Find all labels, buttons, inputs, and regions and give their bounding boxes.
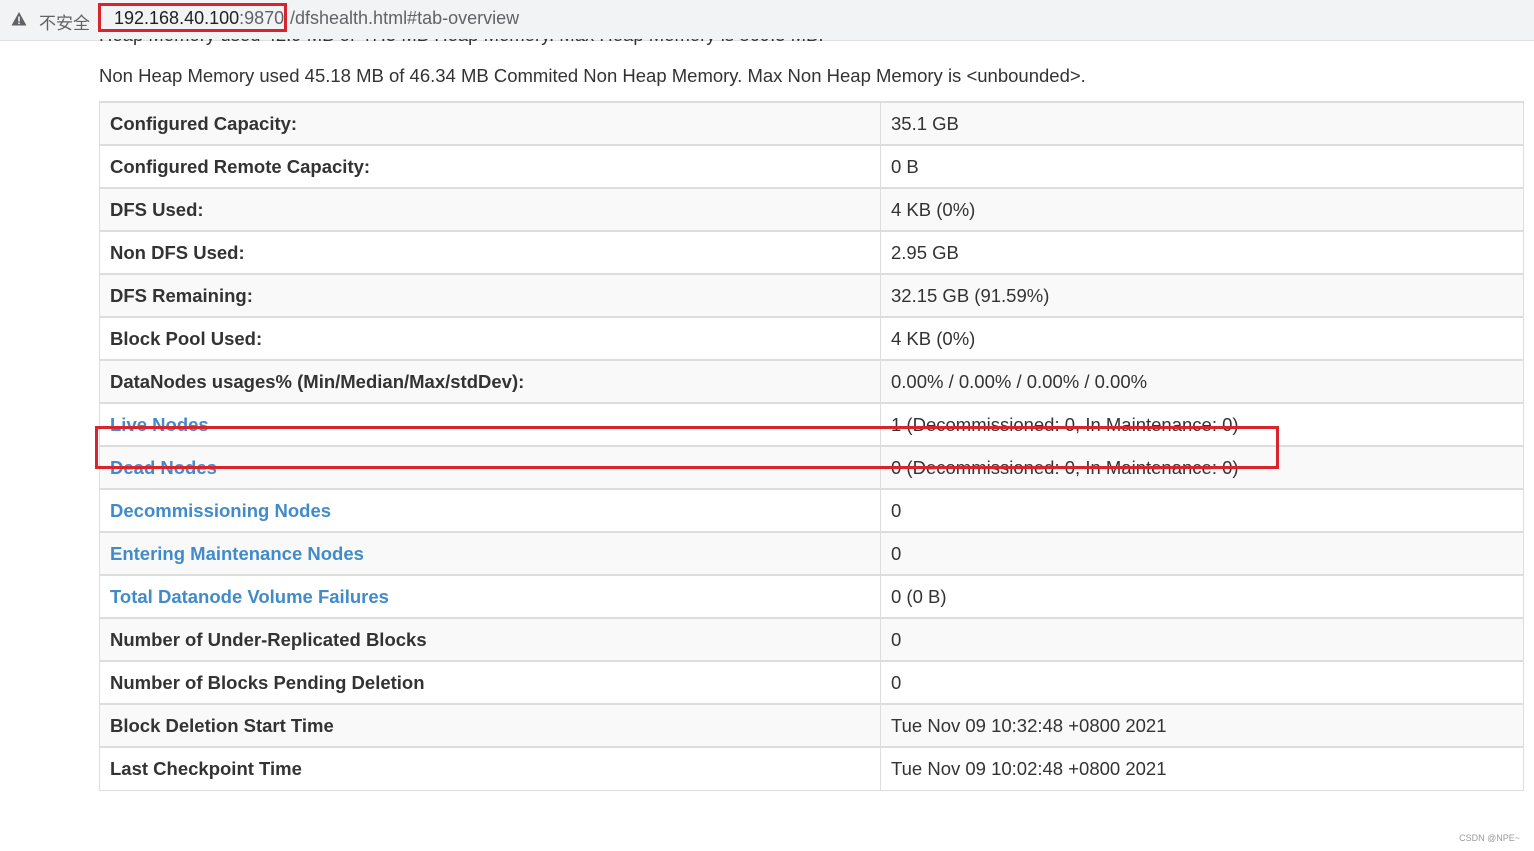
row-value-cell: 0 [880,617,1524,662]
row-key-cell: DataNodes usages% (Min/Median/Max/stdDev… [99,359,881,404]
table-row: Entering Maintenance Nodes 0 [99,531,1524,576]
table-row: Configured Remote Capacity: 0 B [99,144,1524,189]
row-key-cell: Entering Maintenance Nodes [99,531,881,576]
row-key-label: Block Pool Used: [110,327,263,349]
table-row: Dead Nodes 0 (Decommissioned: 0, In Maint… [99,445,1524,490]
watermark: CSDN @NPE~ [1459,833,1520,843]
row-key-label: DFS Remaining: [110,284,253,306]
table-row: DataNodes usages% (Min/Median/Max/stdDev… [99,359,1524,404]
row-value-cell: 0 B [880,144,1524,189]
row-key-cell: Configured Capacity: [99,101,881,146]
row-key-label: Non DFS Used: [110,241,245,263]
overview-summary-table: Configured Capacity: 35.1 GB Configured Re… [99,101,1524,791]
row-key-cell: Number of Under-Replicated Blocks [99,617,881,662]
row-key-link-dead-nodes[interactable]: Dead Nodes [110,457,217,478]
row-value-cell: 0 [880,531,1524,576]
table-row: Live Nodes 1 (Decommissioned: 0, In Maint… [99,402,1524,447]
row-value-cell: 1 (Decommissioned: 0, In Maintenance: 0) [880,402,1524,447]
row-key-link-live-nodes[interactable]: Live Nodes [110,414,209,435]
row-value-cell: 0 [880,488,1524,533]
table-row: Block Deletion Start Time Tue Nov 09 10:3… [99,703,1524,748]
row-value-cell: 0 (0 B) [880,574,1524,619]
row-value-cell: Tue Nov 09 10:32:48 +0800 2021 [880,703,1524,748]
row-key-label: DFS Used: [110,198,204,220]
row-key-label: Last Checkpoint Time [110,757,302,779]
non-heap-memory-text: Non Heap Memory used 45.18 MB of 46.34 M… [99,65,1086,86]
row-key-cell: Dead Nodes [99,445,881,490]
row-value-cell: 0 [880,660,1524,705]
row-key-cell: Decommissioning Nodes [99,488,881,533]
row-key-cell: Non DFS Used: [99,230,881,275]
table-row: Decommissioning Nodes 0 [99,488,1524,533]
row-key-link-entering-maintenance-nodes[interactable]: Entering Maintenance Nodes [110,543,364,564]
url-host-ip: 192.168.40.100 [114,8,240,28]
table-row: Number of Blocks Pending Deletion 0 [99,660,1524,705]
table-row: Configured Capacity: 35.1 GB [99,101,1524,146]
table-row: Number of Under-Replicated Blocks 0 [99,617,1524,662]
row-key-cell: Live Nodes [99,402,881,447]
table-row: DFS Used: 4 KB (0%) [99,187,1524,232]
row-key-cell: DFS Used: [99,187,881,232]
row-key-label: Configured Capacity: [110,112,298,134]
row-value-cell: Tue Nov 09 10:02:48 +0800 2021 [880,746,1524,791]
table-row: Block Pool Used: 4 KB (0%) [99,316,1524,361]
row-key-label: Configured Remote Capacity: [110,155,371,177]
row-key-link-decommissioning-nodes[interactable]: Decommissioning Nodes [110,500,331,521]
warning-triangle-icon[interactable] [11,11,27,27]
row-key-cell: Configured Remote Capacity: [99,144,881,189]
row-key-label: Number of Under-Replicated Blocks [110,628,427,650]
row-key-label: DataNodes usages% (Min/Median/Max/stdDev… [110,370,525,392]
table-row: Last Checkpoint Time Tue Nov 09 10:02:48 … [99,746,1524,791]
row-key-cell: Last Checkpoint Time [99,746,881,791]
row-value-cell: 35.1 GB [880,101,1524,146]
row-value-cell: 4 KB (0%) [880,187,1524,232]
row-key-label: Block Deletion Start Time [110,714,334,736]
row-value-cell: 4 KB (0%) [880,316,1524,361]
url-path[interactable]: /dfshealth.html#tab-overview [290,8,519,29]
table-row: DFS Remaining: 32.15 GB (91.59%) [99,273,1524,318]
row-value-cell: 2.95 GB [880,230,1524,275]
not-secure-label[interactable]: 不安全 [39,9,90,34]
row-key-cell: Number of Blocks Pending Deletion [99,660,881,705]
table-row: Total Datanode Volume Failures 0 (0 B) [99,574,1524,619]
table-row: Non DFS Used: 2.95 GB [99,230,1524,275]
row-key-cell: Total Datanode Volume Failures [99,574,881,619]
row-value-cell: 0.00% / 0.00% / 0.00% / 0.00% [880,359,1524,404]
row-key-label: Number of Blocks Pending Deletion [110,671,425,693]
url-host[interactable]: 192.168.40.100:9870 [114,8,284,29]
row-value-cell: 0 (Decommissioned: 0, In Maintenance: 0) [880,445,1524,490]
row-key-cell: DFS Remaining: [99,273,881,318]
browser-address-bar[interactable]: 不安全 192.168.40.100:9870 /dfshealth.html#… [0,0,1534,41]
row-key-cell: Block Deletion Start Time [99,703,881,748]
row-key-cell: Block Pool Used: [99,316,881,361]
url-port: :9870 [239,8,285,28]
row-value-cell: 32.15 GB (91.59%) [880,273,1524,318]
row-key-link-total-datanode-volume-failures[interactable]: Total Datanode Volume Failures [110,586,389,607]
